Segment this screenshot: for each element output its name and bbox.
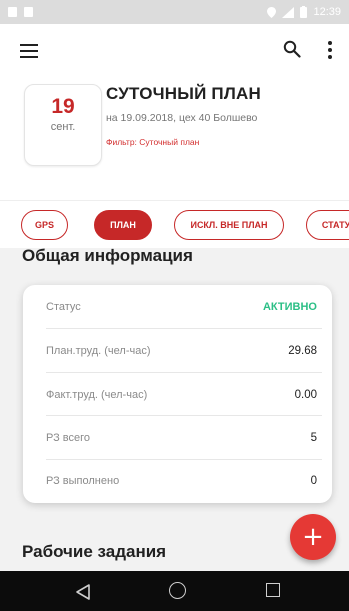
plan-title: СУТОЧНЫЙ ПЛАН — [106, 84, 261, 103]
date-day: 19 — [51, 95, 75, 118]
system-icons: 12:39 — [267, 6, 341, 18]
status-bar: 12:39 — [0, 0, 349, 24]
plan-subtitle: на 19.09.2018, цех 40 Болшево — [106, 112, 258, 124]
more-vert-icon[interactable] — [325, 40, 335, 60]
info-label: РЗ выполнено — [46, 475, 120, 487]
info-label: РЗ всего — [46, 432, 91, 444]
info-label: Статус — [46, 301, 81, 313]
chip-excl-unplanned[interactable]: ИСКЛ. ВНЕ ПЛАН — [174, 210, 284, 240]
info-label: План.труд. (чел-час) — [46, 345, 151, 357]
notification-icon — [8, 7, 17, 17]
home-icon[interactable] — [169, 582, 186, 599]
tasks-section-title: Рабочие задания — [22, 542, 167, 561]
info-row-tasks-total: РЗ всего 5 — [23, 416, 332, 460]
signal-icon — [282, 6, 295, 18]
date-card: 19 сент. — [24, 84, 102, 166]
info-card: Статус АКТИВНО План.труд. (чел-час) 29.6… — [23, 285, 332, 503]
location-icon — [267, 6, 277, 18]
toolbar — [0, 24, 349, 76]
info-label: Факт.труд. (чел-час) — [46, 389, 148, 401]
info-row-status: Статус АКТИВНО — [23, 285, 332, 329]
add-fab-button[interactable]: + — [290, 514, 336, 560]
search-icon[interactable] — [283, 40, 301, 58]
menu-icon[interactable] — [20, 44, 38, 58]
info-value: 0 — [310, 475, 317, 487]
date-month: сент. — [50, 121, 76, 133]
info-section-title: Общая информация — [22, 246, 193, 265]
battery-icon — [300, 6, 308, 18]
chip-gps[interactable]: GPS — [21, 210, 68, 240]
chip-plan[interactable]: ПЛАН — [94, 210, 152, 240]
recent-apps-icon[interactable] — [266, 583, 280, 597]
system-nav-bar — [0, 571, 349, 611]
info-row-planned-labor: План.труд. (чел-час) 29.68 — [23, 329, 332, 373]
notification-icon — [24, 7, 33, 17]
plan-filter[interactable]: Фильтр: Суточный план — [106, 137, 199, 147]
info-row-actual-labor: Факт.труд. (чел-час) 0.00 — [23, 373, 332, 417]
plan-header: 19 сент. СУТОЧНЫЙ ПЛАН на 19.09.2018, це… — [0, 24, 349, 248]
back-icon[interactable] — [74, 583, 92, 601]
status-value: АКТИВНО — [262, 301, 317, 313]
filter-chips: GPS ПЛАН ИСКЛ. ВНЕ ПЛАН СТАТУ — [0, 200, 349, 248]
info-value: 5 — [310, 432, 317, 444]
chip-status[interactable]: СТАТУ — [306, 210, 349, 240]
info-value: 0.00 — [294, 389, 317, 401]
info-value: 29.68 — [288, 345, 317, 357]
clock: 12:39 — [313, 6, 341, 18]
notification-icons — [8, 7, 33, 17]
info-row-tasks-done: РЗ выполнено 0 — [23, 459, 332, 503]
